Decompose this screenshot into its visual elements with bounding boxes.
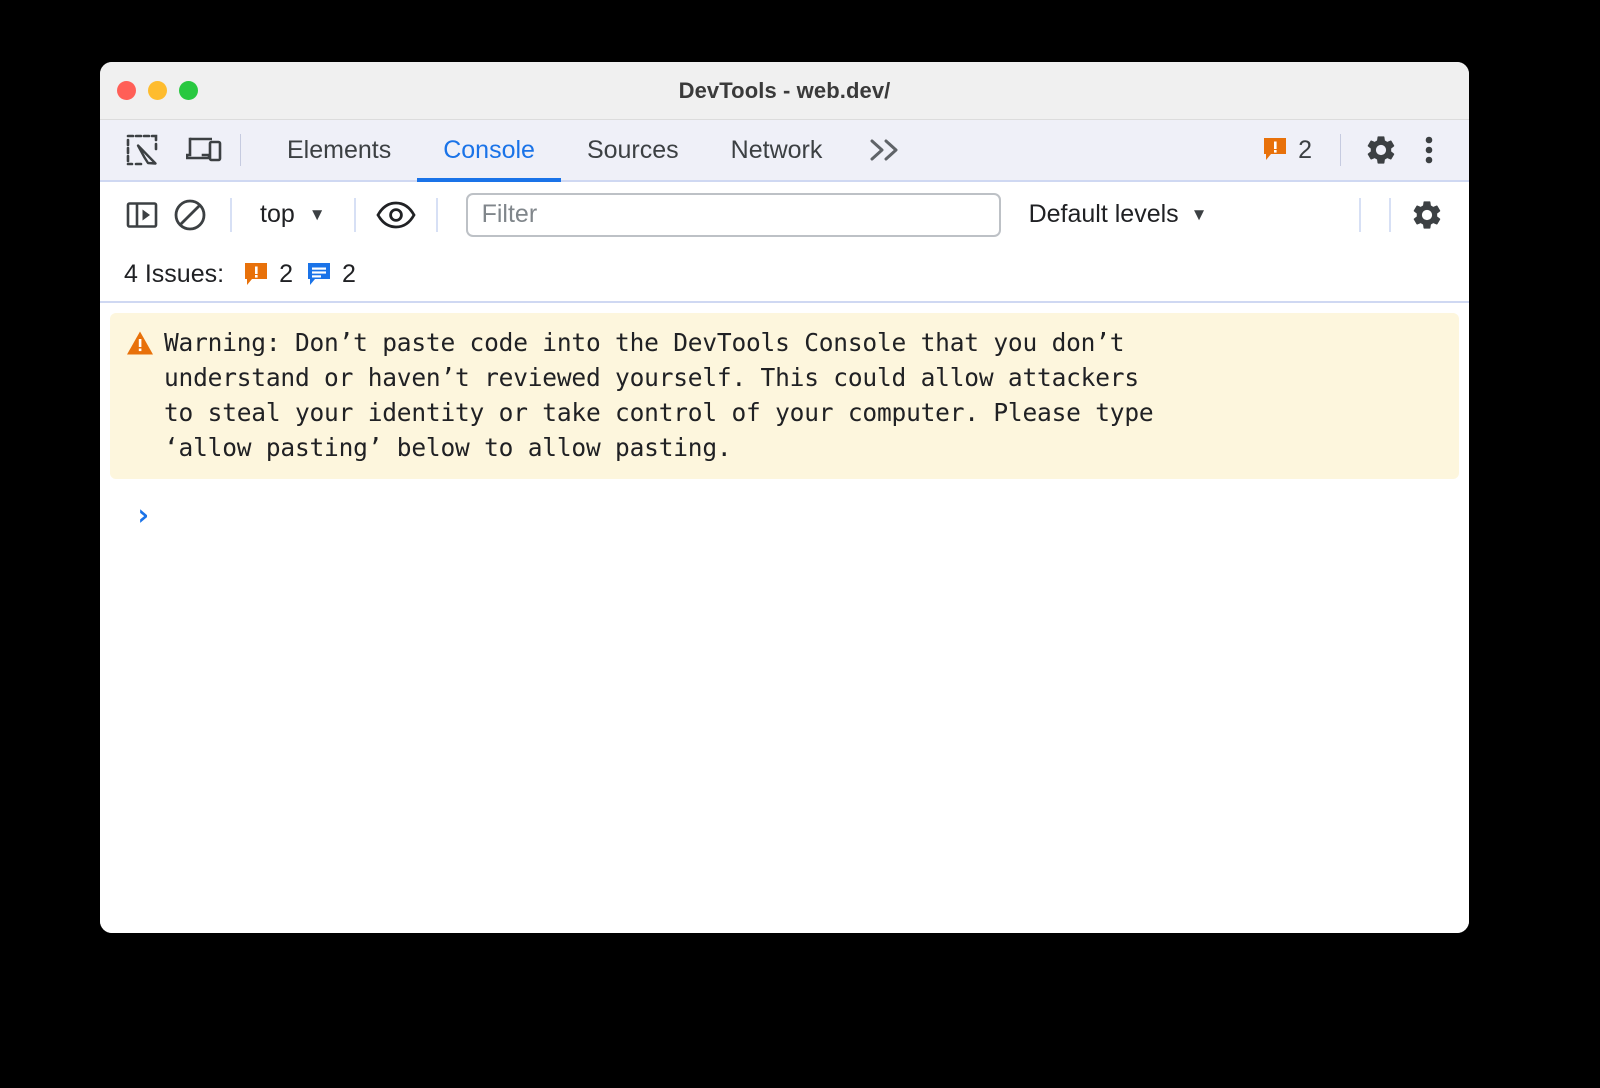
console-toolbar: top ▼ Default levels ▼ — [100, 182, 1469, 248]
device-toolbar-icon[interactable] — [182, 128, 226, 172]
devtools-tab-bar: Elements Console Sources Network 2 — [100, 120, 1469, 182]
console-warning-text: Warning: Don’t paste code into the DevTo… — [164, 328, 1154, 462]
execution-context-label: top — [260, 200, 295, 228]
issues-count-label: 4 Issues: — [124, 260, 225, 288]
tabbar-warning-count: 2 — [1298, 135, 1312, 164]
more-tabs-chevron-icon[interactable] — [848, 120, 924, 180]
console-message-list: Warning: Don’t paste code into the DevTo… — [100, 303, 1469, 933]
toolbar-divider-5 — [1389, 197, 1391, 232]
toolbar-divider-1 — [230, 197, 232, 232]
panel-tabs: Elements Console Sources Network — [261, 120, 924, 182]
issues-warning-group[interactable]: 2 — [244, 260, 293, 289]
live-expression-eye-icon[interactable] — [374, 193, 418, 237]
tabbar-right-divider — [1340, 134, 1341, 166]
three-dot-menu-icon[interactable] — [1407, 128, 1451, 172]
inspect-element-icon[interactable] — [120, 128, 164, 172]
tab-network[interactable]: Network — [705, 120, 849, 180]
toolbar-divider-4 — [1359, 197, 1361, 232]
tabbar-warning-badge[interactable]: 2 — [1253, 136, 1322, 165]
info-bubble-icon — [307, 262, 330, 285]
clear-console-icon[interactable] — [168, 193, 212, 237]
console-prompt-row[interactable]: › — [110, 479, 1459, 531]
warning-bubble-icon — [1264, 138, 1287, 160]
issues-info-group[interactable]: 2 — [307, 260, 356, 289]
window-title: DevTools - web.dev/ — [678, 77, 891, 103]
console-settings-gear-icon[interactable] — [1405, 193, 1449, 237]
toolbar-divider-3 — [435, 197, 438, 232]
warning-bubble-icon — [245, 262, 268, 285]
issues-warning-count: 2 — [279, 260, 293, 288]
tabbar-divider — [240, 134, 241, 166]
filter-input[interactable] — [481, 200, 985, 229]
issues-info-count: 2 — [341, 260, 356, 288]
tab-console[interactable]: Console — [417, 120, 561, 182]
log-levels-selector[interactable]: Default levels ▼ — [1029, 200, 1208, 229]
tab-elements[interactable]: Elements — [261, 120, 417, 180]
chevron-down-icon: ▼ — [1190, 205, 1208, 224]
filter-input-wrapper[interactable] — [465, 192, 1001, 237]
toolbar-divider-2 — [353, 197, 356, 232]
console-prompt-chevron-icon: › — [134, 498, 153, 533]
title-bar: DevTools - web.dev/ — [100, 62, 1469, 120]
execution-context-selector[interactable]: top ▼ — [250, 200, 336, 229]
console-warning-message[interactable]: Warning: Don’t paste code into the DevTo… — [110, 313, 1459, 479]
issues-bar[interactable]: 4 Issues: 2 2 — [100, 248, 1469, 303]
tab-sources[interactable]: Sources — [561, 120, 705, 180]
console-sidebar-icon[interactable] — [120, 193, 164, 237]
chevron-down-icon: ▼ — [308, 205, 326, 224]
log-levels-label: Default levels — [1028, 200, 1179, 228]
gear-icon[interactable] — [1359, 128, 1403, 172]
devtools-window: DevTools - web.dev/ Elements Console Sou… — [100, 62, 1469, 933]
warning-triangle-icon — [126, 330, 154, 361]
